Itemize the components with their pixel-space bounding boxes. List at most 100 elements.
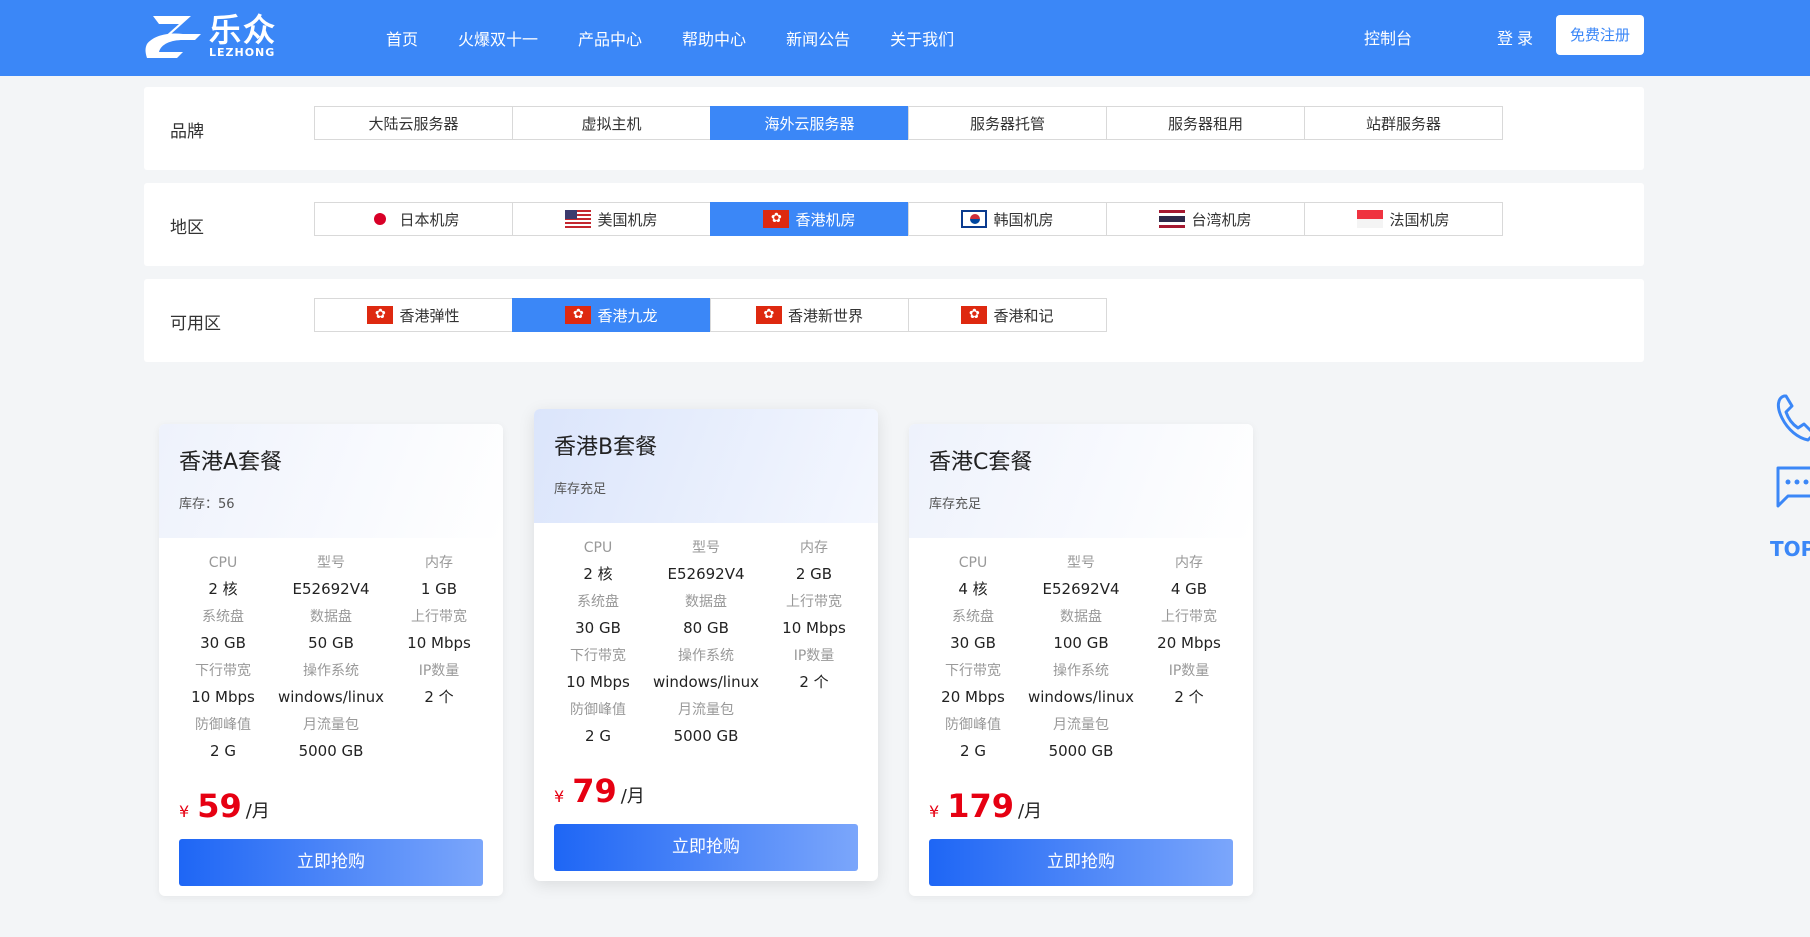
hongkong-flag-icon: ✿ <box>367 306 394 324</box>
price-unit: /月 <box>245 801 270 822</box>
hongkong-flag-icon: ✿ <box>763 210 790 228</box>
region-options: 日本机房 美国机房 ✿ 香港机房 韩国机房 台湾机房 法国机房 <box>314 202 1503 236</box>
top-header: 乐众 LEZHONG 首页 火爆双十一 产品中心 帮助中心 新闻公告 关于我们 … <box>0 0 1810 76</box>
spec-item: CPU 2 核 <box>208 555 238 598</box>
plan-title: 香港A套餐 <box>179 450 283 475</box>
register-button[interactable]: 免费注册 <box>1556 15 1644 55</box>
plan-specs: CPU 4 核 型号 E52692V4 内存 4 GB 系统盘 30 GB 数据盘 100… <box>909 538 1253 767</box>
spec-item: CPU 2 核 <box>583 540 613 583</box>
plan-price: ¥ 179 /月 <box>909 787 1253 825</box>
region-option-active[interactable]: ✿ 香港机房 <box>710 202 909 236</box>
region-option-label: 日本机房 <box>399 210 460 229</box>
region-option[interactable]: 日本机房 <box>314 202 513 236</box>
brand-option[interactable]: 站群服务器 <box>1304 106 1503 140</box>
spec-item: 上行带宽 20 Mbps <box>1157 609 1221 652</box>
plan-title: 香港C套餐 <box>929 450 1033 475</box>
console-link[interactable]: 控制台 <box>1364 25 1412 49</box>
spec-item: 系统盘 30 GB <box>575 594 621 637</box>
spec-item: 数据盘 80 GB <box>683 594 729 637</box>
hongkong-flag-icon: ✿ <box>565 306 592 324</box>
buy-now-button[interactable]: 立即抢购 <box>929 839 1233 886</box>
zone-option[interactable]: ✿ 香港和记 <box>908 298 1107 332</box>
spec-item: 操作系统 windows/linux <box>652 648 759 691</box>
brand-option[interactable]: 大陆云服务器 <box>314 106 513 140</box>
zone-option-active[interactable]: ✿ 香港九龙 <box>512 298 711 332</box>
spec-item: CPU 4 核 <box>958 555 988 598</box>
region-label: 地区 <box>170 218 204 238</box>
chat-icon[interactable] <box>1772 464 1810 514</box>
spec-item: IP数量 2 个 <box>418 663 460 706</box>
plan-price: ¥ 59 /月 <box>159 787 503 825</box>
plan-price: ¥ 79 /月 <box>534 772 878 810</box>
phone-icon[interactable] <box>1774 392 1810 448</box>
currency-symbol: ¥ <box>554 787 565 806</box>
nav-help[interactable]: 帮助中心 <box>682 26 746 50</box>
region-option[interactable]: 法国机房 <box>1304 202 1503 236</box>
site-logo[interactable]: 乐众 LEZHONG <box>143 8 288 64</box>
logo-cn-text: 乐众 <box>209 11 278 49</box>
spec-item: 内存 4 GB <box>1170 555 1208 598</box>
brand-label: 品牌 <box>170 122 204 142</box>
thailand-flag-icon <box>1159 210 1186 228</box>
nav-products[interactable]: 产品中心 <box>578 26 642 50</box>
plan-specs: CPU 2 核 型号 E52692V4 内存 1 GB 系统盘 30 GB 数据盘 50 … <box>159 538 503 767</box>
price-value: 79 <box>572 772 617 810</box>
logo-mark-icon <box>143 10 205 62</box>
login-link[interactable]: 登录 <box>1497 25 1537 49</box>
nav-news[interactable]: 新闻公告 <box>786 26 850 50</box>
nav-about[interactable]: 关于我们 <box>890 26 954 50</box>
plan-stock: 库存：56 <box>179 497 235 512</box>
spec-item: 内存 2 GB <box>795 540 833 583</box>
singapore-flag-icon <box>1357 210 1384 228</box>
korea-flag-icon <box>961 210 988 228</box>
spec-item: 上行带宽 10 Mbps <box>407 609 471 652</box>
hongkong-flag-icon: ✿ <box>961 306 988 324</box>
logo-en-text: LEZHONG <box>209 46 276 59</box>
nav-home[interactable]: 首页 <box>386 26 418 50</box>
buy-now-button[interactable]: 立即抢购 <box>554 824 858 871</box>
plan-card-a: 香港A套餐 库存：56 CPU 2 核 型号 E52692V4 内存 1 GB 系统盘… <box>159 424 503 896</box>
spec-item: 系统盘 30 GB <box>200 609 246 652</box>
zone-options: ✿ 香港弹性 ✿ 香港九龙 ✿ 香港新世界 ✿ 香港和记 <box>314 298 1107 332</box>
region-option-label: 美国机房 <box>597 210 658 229</box>
brand-option-active[interactable]: 海外云服务器 <box>710 106 909 140</box>
zone-option-label: 香港弹性 <box>399 306 460 325</box>
spec-item: 系统盘 30 GB <box>950 609 996 652</box>
zone-option-label: 香港新世界 <box>787 306 863 325</box>
buy-now-button[interactable]: 立即抢购 <box>179 839 483 886</box>
nav-double-eleven[interactable]: 火爆双十一 <box>458 26 538 50</box>
spec-item: 内存 1 GB <box>420 555 458 598</box>
spec-item: IP数量 2 个 <box>1168 663 1210 706</box>
plan-title: 香港B套餐 <box>554 435 658 460</box>
spec-item: 下行带宽 10 Mbps <box>566 648 630 691</box>
spec-item: 防御峰值 2 G <box>945 717 1001 760</box>
brand-option[interactable]: 虚拟主机 <box>512 106 711 140</box>
region-option[interactable]: 美国机房 <box>512 202 711 236</box>
region-option[interactable]: 韩国机房 <box>908 202 1107 236</box>
spec-item: 月流量包 5000 GB <box>298 717 364 760</box>
spec-item: 上行带宽 10 Mbps <box>782 594 846 637</box>
spec-item: 防御峰值 2 G <box>195 717 251 760</box>
brand-option[interactable]: 服务器租用 <box>1106 106 1305 140</box>
plan-card-c: 香港C套餐 库存充足 CPU 4 核 型号 E52692V4 内存 4 GB 系统盘 3… <box>909 424 1253 896</box>
region-option-label: 香港机房 <box>795 210 856 229</box>
region-option-label: 法国机房 <box>1389 210 1450 229</box>
price-unit: /月 <box>1017 801 1043 822</box>
spec-item: 下行带宽 20 Mbps <box>941 663 1005 706</box>
brand-filter-panel: 品牌 大陆云服务器 虚拟主机 海外云服务器 服务器托管 服务器租用 站群服务器 <box>144 87 1644 170</box>
spec-item: 操作系统 windows/linux <box>277 663 384 706</box>
brand-option[interactable]: 服务器托管 <box>908 106 1107 140</box>
currency-symbol: ¥ <box>179 802 190 821</box>
japan-flag-icon <box>367 210 394 228</box>
zone-option[interactable]: ✿ 香港弹性 <box>314 298 513 332</box>
back-to-top-button[interactable]: TOP <box>1770 537 1810 561</box>
region-filter-panel: 地区 日本机房 美国机房 ✿ 香港机房 韩国机房 台湾机房 法国机房 <box>144 183 1644 266</box>
zone-option[interactable]: ✿ 香港新世界 <box>710 298 909 332</box>
plan-card-b: 香港B套餐 库存充足 CPU 2 核 型号 E52692V4 内存 2 GB 系统盘 3… <box>534 409 878 881</box>
region-option[interactable]: 台湾机房 <box>1106 202 1305 236</box>
spec-item: 型号 E52692V4 <box>1042 555 1120 598</box>
spec-item: 操作系统 windows/linux <box>1027 663 1134 706</box>
usa-flag-icon <box>565 210 592 228</box>
spec-item: IP数量 2 个 <box>793 648 835 691</box>
spec-item: 型号 E52692V4 <box>292 555 370 598</box>
